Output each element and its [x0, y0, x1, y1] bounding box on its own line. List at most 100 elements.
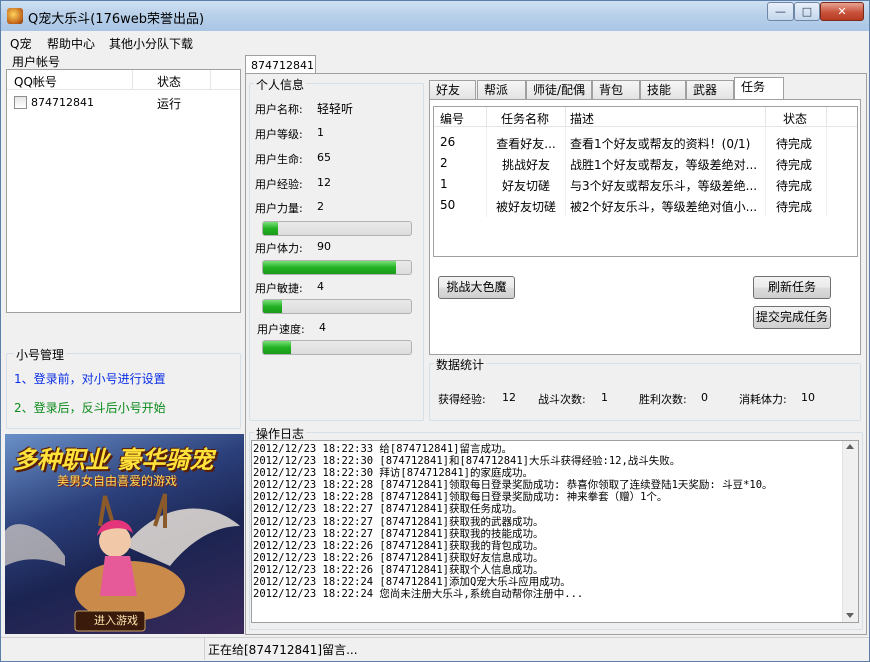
scroll-down-icon[interactable]	[846, 613, 854, 618]
tab-friends[interactable]: 好友	[429, 80, 476, 100]
account-row[interactable]: 874712841 运行	[7, 92, 240, 112]
col-task-id[interactable]: 编号	[440, 110, 464, 127]
tab-weapons[interactable]: 武器	[686, 80, 734, 100]
sub-accounts-label: 小号管理	[14, 346, 67, 363]
task-name: 查看好友...	[496, 137, 556, 151]
stats-label: 数据统计	[434, 356, 487, 373]
menu-bar: Q宠 帮助中心 其他小分队下载	[1, 31, 869, 53]
stamina-progress-fill	[263, 261, 397, 274]
ad-headline: 多种职业 豪华骑宠	[13, 446, 214, 474]
app-icon	[7, 8, 23, 24]
sub-accounts-link-after[interactable]: 2、登录后，反斗后小号开始	[14, 399, 166, 416]
task-status: 待完成	[776, 137, 813, 151]
log-scrollbar[interactable]	[842, 441, 858, 622]
task-status: 待完成	[776, 158, 813, 172]
maximize-button[interactable]: □	[794, 2, 820, 21]
col-task-status[interactable]: 状态	[783, 110, 807, 127]
profile-name-label: 用户名称:	[255, 103, 303, 116]
refresh-tasks-button[interactable]: 刷新任务	[753, 276, 831, 299]
col-status[interactable]: 状态	[157, 73, 181, 90]
stamina-progress-bar	[262, 260, 412, 275]
task-desc: 战胜1个好友或帮友，等级差绝对...	[570, 158, 758, 172]
sub-accounts-link-before[interactable]: 1、登录前，对小号进行设置	[14, 370, 166, 387]
tasks-panel: 编号 任务名称 描述 状态 26 查看好友... 查看1个好友或帮友的资料！(0…	[429, 99, 861, 355]
tab-skills[interactable]: 技能	[640, 80, 686, 100]
speed-progress-bar	[262, 340, 412, 355]
ad-banner[interactable]: 多种职业 豪华骑宠 美男女自由喜爱的游戏 进入游戏	[5, 434, 244, 634]
tab-backpack[interactable]: 背包	[592, 80, 640, 100]
profile-label: 个人信息	[254, 76, 307, 93]
task-id: 50	[440, 198, 456, 212]
col-task-desc[interactable]: 描述	[570, 110, 594, 127]
accounts-label: 用户帐号	[12, 55, 61, 69]
account-list[interactable]: QQ帐号 状态 874712841 运行	[6, 69, 241, 313]
account-list-header: QQ帐号 状态	[7, 70, 240, 90]
agility-progress-fill	[263, 300, 283, 313]
scroll-up-icon[interactable]	[846, 444, 854, 449]
title-bar: Q宠大乐斗(176web荣誉出品) — □ ✕	[1, 1, 869, 31]
stats-battles-label: 战斗次数:	[538, 393, 586, 406]
log-line: 2012/12/23 18:22:26 [874712841]获取好友信息成功。	[253, 551, 544, 564]
task-desc: 查看1个好友或帮友的资料！(0/1)	[570, 137, 751, 151]
task-status: 待完成	[776, 179, 813, 193]
operation-log[interactable]: 2012/12/23 18:22:33 给[874712841]留言成功。 20…	[251, 440, 859, 623]
tab-tasks[interactable]: 任务	[734, 77, 784, 100]
profile-agility-label: 用户敏捷:	[255, 282, 303, 295]
profile-stamina-label: 用户体力:	[255, 242, 303, 255]
profile-exp: 12	[317, 176, 331, 189]
task-table-header: 编号 任务名称 描述 状态	[434, 107, 857, 127]
tab-faction[interactable]: 帮派	[477, 80, 526, 100]
log-line: 2012/12/23 18:22:33 给[874712841]留言成功。	[253, 443, 512, 455]
minimize-button[interactable]: —	[767, 2, 794, 21]
menu-help-center[interactable]: 帮助中心	[47, 35, 95, 52]
account-status: 运行	[157, 97, 182, 111]
task-id: 1	[440, 177, 448, 191]
menu-qchong[interactable]: Q宠	[10, 35, 31, 52]
task-name: 挑战好友	[501, 158, 550, 172]
col-task-name[interactable]: 任务名称	[501, 110, 549, 127]
profile-speed: 4	[319, 321, 326, 334]
sub-accounts-group	[6, 353, 241, 429]
log-line: 2012/12/23 18:22:27 [874712841]获取任务成功。	[253, 503, 523, 516]
tab-mentor-spouse[interactable]: 师徒/配偶	[526, 80, 592, 100]
status-bar: 正在给[874712841]留言...	[1, 637, 869, 661]
task-row[interactable]: 50 被好友切磋 被2个好友乐斗，等级差绝对值小... 待完成	[434, 194, 857, 215]
task-row[interactable]: 1 好友切磋 与3个好友或帮友乐斗，等级差绝... 待完成	[434, 173, 857, 194]
task-id: 2	[440, 156, 448, 170]
tab-account[interactable]: 874712841	[245, 55, 316, 74]
power-progress-fill	[263, 222, 278, 235]
task-row[interactable]: 26 查看好友... 查看1个好友或帮友的资料！(0/1) 待完成	[434, 131, 857, 152]
task-row[interactable]: 2 挑战好友 战胜1个好友或帮友，等级差绝对... 待完成	[434, 152, 857, 173]
ad-enter-button[interactable]: 进入游戏	[83, 612, 149, 628]
col-qq[interactable]: QQ帐号	[14, 73, 57, 90]
stats-stamina: 10	[801, 391, 815, 404]
account-checkbox[interactable]	[14, 96, 27, 109]
speed-progress-fill	[263, 341, 292, 354]
profile-level-label: 用户等级:	[255, 128, 303, 141]
stats-wins: 0	[701, 391, 708, 404]
profile-name: 轻轻听	[317, 102, 354, 116]
task-status: 待完成	[776, 200, 813, 214]
log-line: 2012/12/23 18:22:28 [874712841]领取每日登录奖励成…	[253, 491, 668, 504]
profile-exp-label: 用户经验:	[255, 178, 303, 191]
log-lines: 2012/12/23 18:22:33 给[874712841]留言成功。 20…	[252, 443, 842, 600]
profile-power: 2	[317, 200, 324, 213]
task-table[interactable]: 编号 任务名称 描述 状态 26 查看好友... 查看1个好友或帮友的资料！(0…	[433, 106, 858, 257]
profile-level: 1	[317, 126, 324, 139]
close-button[interactable]: ✕	[820, 2, 864, 21]
submit-tasks-button[interactable]: 提交完成任务	[753, 306, 831, 329]
task-desc: 被2个好友乐斗，等级差绝对值小...	[570, 200, 758, 214]
log-line: 2012/12/23 18:22:27 [874712841]获取我的技能成功。	[253, 527, 544, 540]
log-line: 2012/12/23 18:22:24 [874712841]添加Q宠大乐斗应用…	[253, 576, 571, 589]
profile-power-label: 用户力量:	[255, 202, 303, 215]
stats-exp-label: 获得经验:	[438, 393, 486, 406]
account-qq: 874712841	[31, 96, 94, 109]
task-desc: 与3个好友或帮友乐斗，等级差绝...	[570, 179, 758, 193]
challenge-boss-button[interactable]: 挑战大色魔	[438, 276, 515, 299]
menu-other-downloads[interactable]: 其他小分队下载	[109, 35, 193, 52]
status-text: 正在给[874712841]留言...	[208, 643, 358, 657]
log-line: 2012/12/23 18:22:26 [874712841]获取个人信息成功。	[253, 563, 544, 576]
log-line: 2012/12/23 18:22:26 [874712841]获取我的背包成功。	[253, 539, 544, 552]
stats-stamina-label: 消耗体力:	[739, 393, 787, 406]
profile-speed-label: 用户速度:	[257, 323, 305, 336]
